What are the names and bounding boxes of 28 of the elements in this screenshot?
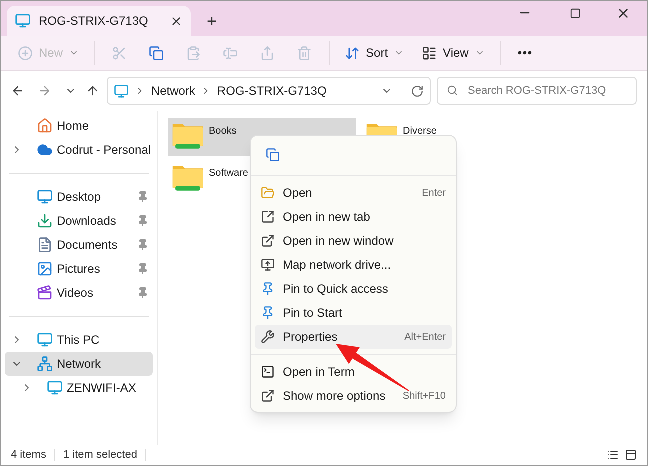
menu-label: Show more options	[283, 388, 386, 405]
menu-label: Open	[283, 185, 312, 202]
menu-label: Map network drive...	[283, 257, 392, 274]
tab-title: ROG-STRIX-G713Q	[39, 13, 150, 30]
nav-label: Downloads	[57, 213, 116, 230]
menu-label: Properties	[283, 329, 338, 346]
nav-label: Documents	[57, 237, 118, 254]
nav-label: Network	[57, 356, 102, 373]
selection-count: 1 item selected	[63, 448, 138, 463]
nav-label: Pictures	[57, 261, 100, 278]
menu-label: Open in new window	[283, 233, 394, 250]
shortcut-label: Shift+F10	[402, 390, 446, 404]
nav-label: Home	[57, 118, 90, 135]
shortcut-label: Alt+Enter	[404, 330, 446, 344]
menu-label: Open in Term	[283, 364, 355, 381]
nav-label: This PC	[57, 332, 100, 349]
nav-label: ZENWIFI-AX	[67, 380, 136, 397]
folder-name: Books	[209, 125, 237, 139]
menu-label: Open in new tab	[283, 209, 370, 226]
nav-label: Codrut - Personal	[57, 142, 152, 159]
menu-label: Pin to Quick access	[283, 281, 388, 298]
folder-name: Diverse	[403, 125, 437, 139]
nav-label: Videos	[57, 285, 94, 302]
folder-name: Software	[209, 167, 248, 181]
menu-label: Pin to Start	[283, 305, 342, 322]
item-count: 4 items	[11, 448, 46, 463]
shortcut-label: Enter	[422, 186, 446, 200]
nav-label: Desktop	[57, 189, 102, 206]
